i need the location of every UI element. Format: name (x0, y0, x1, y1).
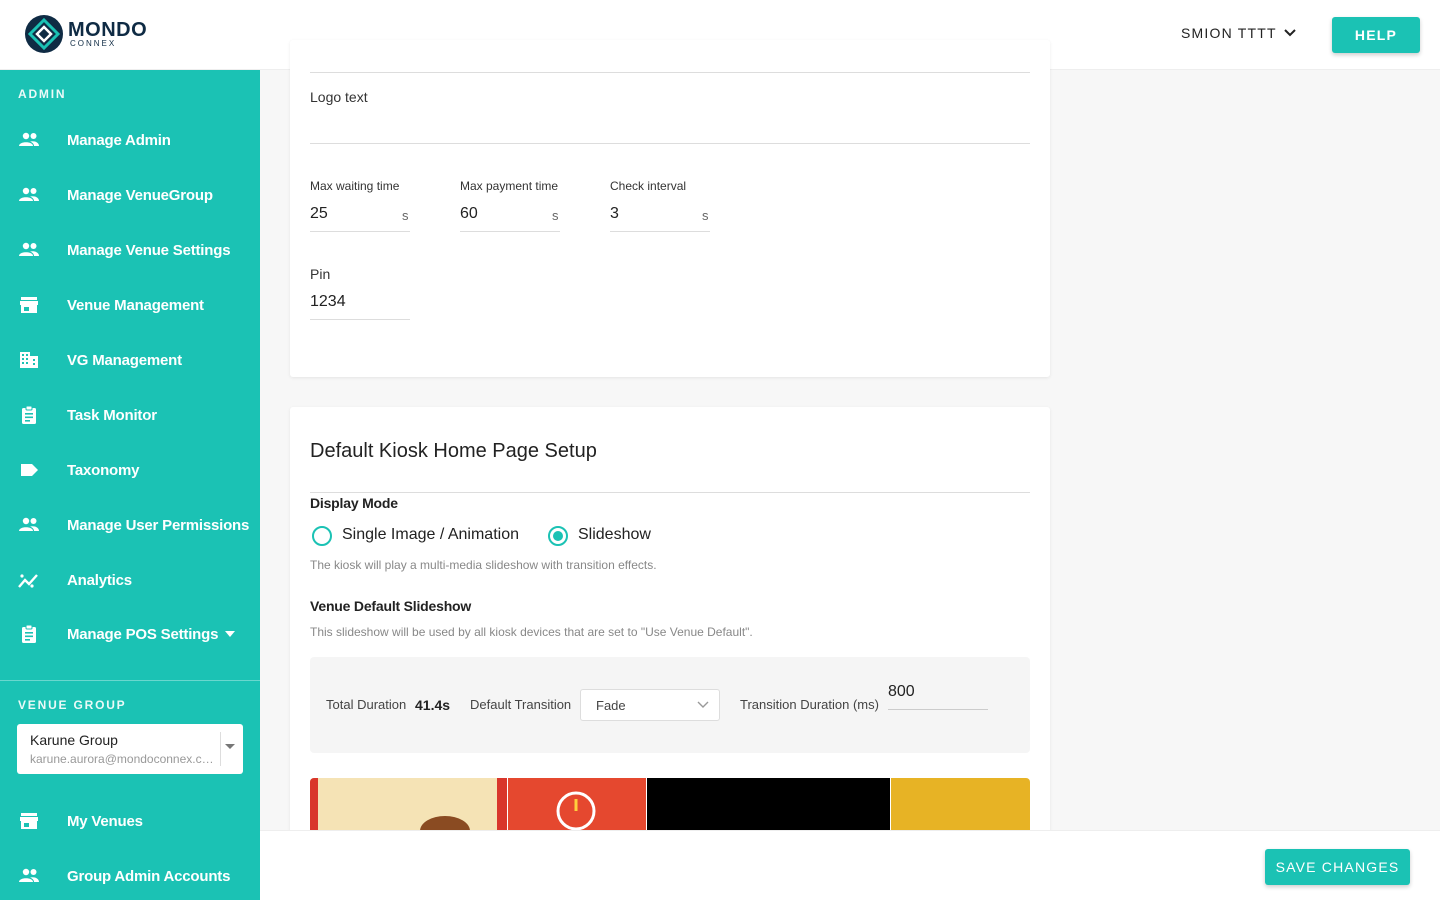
save-changes-button[interactable]: SAVE CHANGES (1265, 849, 1410, 885)
sidebar-item-label: Taxonomy (67, 461, 140, 479)
sidebar-item-manage-venue-settings[interactable]: Manage Venue Settings (0, 230, 260, 270)
radio-slideshow[interactable] (548, 526, 568, 546)
max-waiting-time-input[interactable]: 25 (310, 205, 410, 232)
default-transition-label: Default Transition (470, 697, 572, 712)
people-icon (18, 514, 40, 536)
people-icon (18, 865, 40, 887)
title-divider (310, 492, 1030, 493)
sidebar-divider (0, 680, 260, 681)
pin-label: Pin (310, 266, 331, 282)
sidebar-item-vg-management[interactable]: VG Management (0, 340, 260, 380)
chevron-down-icon (1284, 29, 1296, 37)
user-menu[interactable]: SMION TTTT (1181, 25, 1297, 41)
logo-sub: CONNEX (70, 39, 117, 48)
max-waiting-time-label: Max waiting time (310, 179, 400, 193)
venue-group-email: karune.aurora@mondoconnex.com (30, 752, 215, 766)
seconds-unit: s (552, 208, 559, 223)
sidebar-item-label: My Venues (67, 812, 143, 830)
seconds-unit: s (702, 208, 709, 223)
store-icon (18, 810, 40, 832)
caret-down-icon (225, 631, 235, 637)
logo-text-input[interactable] (310, 118, 1030, 144)
default-transition-value: Fade (596, 698, 626, 713)
slideshow-settings-box: Total Duration 41.4s Default Transition … (310, 657, 1030, 753)
kiosk-home-page-card: Default Kiosk Home Page Setup Display Mo… (290, 407, 1050, 847)
sidebar-item-venue-management[interactable]: Venue Management (0, 285, 260, 325)
tag-icon (18, 459, 40, 481)
help-button[interactable]: HELP (1332, 17, 1420, 53)
clipboard-icon (18, 623, 40, 645)
logo[interactable]: MONDO CONNEX (24, 14, 147, 54)
sidebar-item-label: VG Management (67, 351, 182, 369)
venue-group-select[interactable]: Karune Group karune.aurora@mondoconnex.c… (17, 724, 243, 774)
display-mode-label: Display Mode (310, 495, 398, 511)
logo-name: MONDO (68, 19, 148, 41)
venue-default-slideshow-helper: This slideshow will be used by all kiosk… (310, 625, 753, 639)
sidebar-item-label: Manage User Permissions (67, 516, 250, 534)
select-divider (220, 732, 221, 766)
check-interval-input[interactable]: 3 (610, 205, 710, 232)
sidebar-item-taxonomy[interactable]: Taxonomy (0, 450, 260, 490)
sidebar-item-label: Manage VenueGroup (67, 186, 213, 204)
transition-duration-input[interactable]: 800 (888, 683, 988, 710)
chevron-down-icon (697, 701, 709, 708)
analytics-icon (18, 569, 40, 591)
footer-bar: SAVE CHANGES (260, 830, 1440, 900)
sidebar-item-label: Manage POS Settings (67, 625, 219, 643)
people-icon (18, 129, 40, 151)
max-payment-time-label: Max payment time (460, 179, 559, 193)
admin-section-label: ADMIN (18, 87, 67, 101)
check-interval-label: Check interval (610, 179, 687, 193)
radio-slideshow-label[interactable]: Slideshow (578, 526, 651, 544)
venue-default-slideshow-label: Venue Default Slideshow (310, 598, 472, 614)
sidebar-item-manage-admin[interactable]: Manage Admin (0, 120, 260, 160)
sidebar-item-analytics[interactable]: Analytics (0, 560, 260, 600)
sidebar-item-group-admin-accounts[interactable]: Group Admin Accounts (0, 856, 260, 896)
logo-mark-icon (25, 15, 63, 53)
sidebar-item-manage-pos-settings[interactable]: Manage POS Settings (0, 614, 260, 654)
pin-input[interactable]: 1234 (310, 293, 410, 320)
sidebar-item-label: Group Admin Accounts (67, 867, 231, 885)
radio-single-image[interactable] (312, 526, 332, 546)
kiosk-settings-card: Logo text Max waiting time 25 s Max paym… (290, 40, 1050, 377)
sidebar-item-label: Analytics (67, 571, 132, 589)
field-underline (310, 72, 1030, 73)
user-name: SMION TTTT (1181, 25, 1277, 41)
display-mode-helper: The kiosk will play a multi-media slides… (310, 558, 657, 572)
radio-single-image-label[interactable]: Single Image / Animation (342, 526, 519, 544)
sidebar-item-label: Manage Venue Settings (67, 241, 231, 259)
sidebar-item-manage-venuegroup[interactable]: Manage VenueGroup (0, 175, 260, 215)
transition-duration-label: Transition Duration (ms) (740, 697, 879, 712)
people-icon (18, 184, 40, 206)
total-duration-label: Total Duration (326, 697, 407, 712)
venue-group-section-label: VENUE GROUP (18, 698, 127, 712)
sidebar-item-label: Venue Management (67, 296, 204, 314)
building-icon (18, 349, 40, 371)
logo-text-label: Logo text (310, 89, 368, 105)
sidebar-item-my-venues[interactable]: My Venues (0, 801, 260, 841)
total-duration-value: 41.4s (415, 697, 451, 713)
kiosk-home-page-title: Default Kiosk Home Page Setup (310, 440, 597, 462)
store-icon (18, 294, 40, 316)
sidebar-item-label: Task Monitor (67, 406, 157, 424)
default-transition-select[interactable]: Fade (580, 689, 720, 721)
sidebar-item-manage-user-permissions[interactable]: Manage User Permissions (0, 505, 260, 545)
venue-group-name: Karune Group (30, 732, 118, 748)
sidebar-item-task-monitor[interactable]: Task Monitor (0, 395, 260, 435)
caret-down-icon (225, 744, 235, 749)
people-icon (18, 239, 40, 261)
max-payment-time-input[interactable]: 60 (460, 205, 560, 232)
sidebar-item-label: Manage Admin (67, 131, 171, 149)
clipboard-icon (18, 404, 40, 426)
seconds-unit: s (402, 208, 409, 223)
sidebar: ADMIN Manage Admin Manage VenueGroup Man… (0, 70, 260, 900)
